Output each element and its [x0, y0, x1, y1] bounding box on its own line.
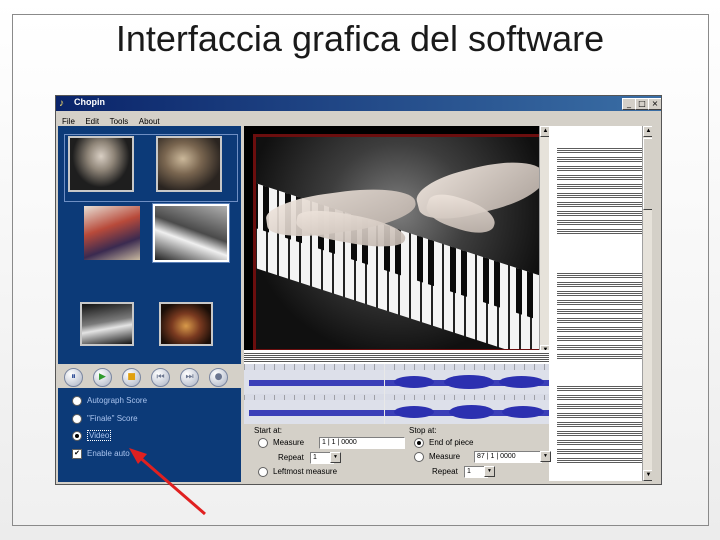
end-of-piece-option[interactable]: End of piece: [414, 438, 473, 448]
enable-label: Enable auto: [87, 449, 130, 459]
autograph-score-option[interactable]: Autograph Score: [72, 396, 147, 406]
video-player[interactable]: [253, 134, 543, 352]
finale-score-label: "Finale" Score: [87, 414, 138, 424]
play-icon: ▶: [99, 372, 106, 382]
end-of-piece-label: End of piece: [429, 438, 474, 448]
waveform-channel-right: [244, 400, 549, 424]
title-bar: ♪ Chopin _ □ ×: [56, 96, 661, 111]
leftmost-measure-radio[interactable]: [258, 467, 268, 477]
start-measure-label: Measure: [273, 438, 305, 448]
view-options-panel: Autograph Score "Finale" Score Video ✔ En…: [58, 388, 241, 482]
end-of-piece-radio[interactable]: [414, 438, 424, 448]
enable-checkbox[interactable]: ✔: [72, 449, 82, 459]
stop-button[interactable]: ■: [122, 368, 141, 387]
leftmost-measure-label: Leftmost measure: [273, 467, 338, 477]
score-scroll-thumb[interactable]: [643, 138, 652, 210]
fast-forward-button[interactable]: ⏭: [180, 368, 199, 387]
stop-measure-radio[interactable]: [414, 452, 424, 462]
autograph-score-label: Autograph Score: [87, 396, 148, 406]
start-measure-radio[interactable]: [258, 438, 268, 448]
portrait-chopin-thumb[interactable]: [68, 136, 134, 192]
pause-button[interactable]: ⏸: [64, 368, 83, 387]
window-title: Chopin: [74, 97, 105, 107]
chopin-at-piano-thumb[interactable]: [156, 136, 222, 192]
stop-measure-spinner[interactable]: ▼: [540, 451, 551, 462]
playback-range-panel: Start at: Measure 1 | 1 | 0000 Repeat 1 …: [244, 424, 551, 482]
score-scrollbar[interactable]: ▲ ▼: [642, 126, 652, 481]
rewind-icon: ⏮: [156, 372, 165, 382]
close-button[interactable]: ×: [648, 98, 661, 110]
score-scroll-up-button[interactable]: ▲: [643, 126, 652, 137]
video-option[interactable]: Video: [72, 430, 112, 442]
menu-file[interactable]: File: [62, 117, 75, 126]
start-repeat-label: Repeat: [278, 453, 304, 462]
enable-auto-option[interactable]: ✔ Enable auto: [72, 449, 130, 459]
video-label: Video: [87, 430, 112, 442]
score-scroll-down-button[interactable]: ▼: [643, 470, 652, 481]
leftmost-measure-option[interactable]: Leftmost measure: [258, 467, 337, 477]
maximize-button[interactable]: □: [635, 98, 649, 110]
slide-title: Interfaccia grafica del software: [115, 18, 605, 59]
score-page-2: [557, 273, 643, 373]
waveform-channel-left: [244, 370, 549, 394]
stop-repeat-label: Repeat: [432, 467, 458, 476]
autograph-score-radio[interactable]: [72, 396, 82, 406]
record-button[interactable]: ●: [209, 368, 228, 387]
play-button[interactable]: ▶: [93, 368, 112, 387]
playhead[interactable]: [384, 364, 385, 424]
score-page-3: [557, 386, 643, 481]
chopin-app-window: ♪ Chopin _ □ × File Edit Tools About ▲ ▲…: [55, 95, 662, 485]
stop-measure-option[interactable]: Measure: [414, 452, 460, 462]
rewind-button[interactable]: ⏮: [151, 368, 170, 387]
menu-about[interactable]: About: [139, 117, 160, 126]
transport-bar: ⏸ ▶ ■ ⏮ ⏭ ●: [58, 364, 241, 388]
video-radio[interactable]: [72, 431, 82, 441]
painting-thumb[interactable]: [82, 204, 142, 262]
stop-repeat-dropdown[interactable]: ▼: [484, 466, 495, 477]
video-pane: ▲ ▼: [244, 126, 551, 356]
menu-tools[interactable]: Tools: [110, 117, 129, 126]
stop-measure-label: Measure: [429, 452, 461, 462]
menu-bar: File Edit Tools About: [56, 111, 661, 126]
record-icon: ●: [214, 372, 223, 382]
score-strip: [244, 350, 549, 364]
stop-icon: ■: [127, 372, 136, 382]
stop-at-label: Stop at:: [409, 426, 437, 435]
chopin-app-icon: ♪: [59, 98, 64, 109]
finale-score-option[interactable]: "Finale" Score: [72, 414, 138, 424]
menu-edit[interactable]: Edit: [85, 117, 99, 126]
minimize-button[interactable]: _: [622, 98, 636, 110]
fast-forward-icon: ⏭: [185, 372, 194, 382]
start-measure-option[interactable]: Measure: [258, 438, 304, 448]
pause-icon: ⏸: [71, 372, 76, 382]
hands-on-piano-thumb[interactable]: [153, 204, 229, 262]
score-page-1: [557, 140, 643, 250]
start-measure-field[interactable]: 1 | 1 | 0000: [319, 437, 405, 449]
start-repeat-dropdown[interactable]: ▼: [330, 452, 341, 463]
start-at-label: Start at:: [254, 426, 283, 435]
audio-waveform[interactable]: [244, 364, 549, 424]
score-pane: ▲ ▼: [549, 126, 652, 481]
pianist-hands-thumb[interactable]: [80, 302, 134, 346]
concert-hall-thumb[interactable]: [159, 302, 213, 346]
finale-score-radio[interactable]: [72, 414, 82, 424]
stop-measure-field[interactable]: 87 | 1 | 0000: [474, 451, 542, 463]
